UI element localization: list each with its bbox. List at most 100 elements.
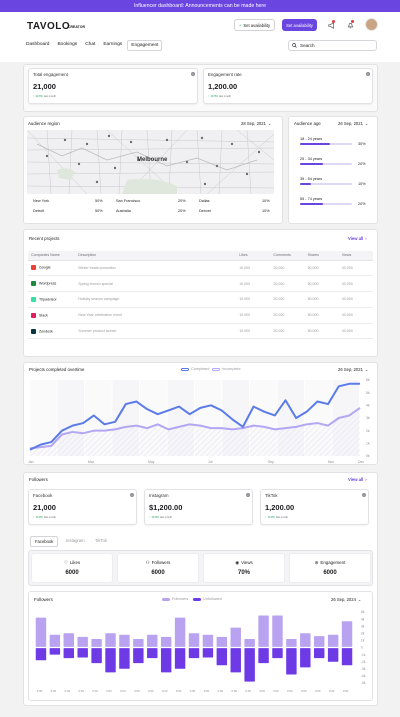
table-row[interactable]: Wordpress Spring brunch special 10,000 20,0… bbox=[28, 275, 373, 293]
unfollowed-bar[interactable] bbox=[230, 648, 241, 673]
followers-bar[interactable] bbox=[244, 638, 255, 647]
follower-card: Facebook i 21,000 ↑ 40.8% last month bbox=[28, 489, 137, 525]
followers-bar[interactable] bbox=[188, 633, 200, 647]
unfollowed-bar[interactable] bbox=[341, 648, 353, 666]
followers-bar[interactable] bbox=[174, 617, 186, 647]
unfollowed-bar[interactable] bbox=[105, 648, 116, 673]
unfollowed-bar[interactable] bbox=[35, 648, 47, 661]
company-name: Tripadvisor bbox=[39, 297, 57, 302]
unfollowed-bar[interactable] bbox=[49, 648, 61, 655]
legend-completed[interactable]: Completed bbox=[181, 367, 209, 371]
followers-bar[interactable] bbox=[286, 638, 297, 647]
projects-chart-title: Projects completed overtime bbox=[29, 367, 85, 372]
x-tick-label: Jul bbox=[208, 460, 213, 464]
unfollowed-bar[interactable] bbox=[300, 648, 311, 668]
followers-bar[interactable] bbox=[230, 627, 241, 647]
followers-bar[interactable] bbox=[119, 634, 130, 647]
followers-bar[interactable] bbox=[91, 638, 102, 647]
column-header[interactable]: Shares bbox=[304, 251, 339, 261]
table-row[interactable]: Zendesk Summer product launch 10,000 20,000… bbox=[28, 323, 373, 340]
followers-bar[interactable] bbox=[133, 638, 144, 647]
nav-bookings[interactable]: Bookings bbox=[54, 40, 80, 51]
unfollowed-bar[interactable] bbox=[188, 648, 200, 659]
company-cell: Tripadvisor bbox=[28, 291, 76, 308]
followers-bar[interactable] bbox=[202, 634, 214, 647]
unfollowed-bar[interactable] bbox=[63, 648, 74, 659]
nav-chat[interactable]: Chat bbox=[82, 40, 98, 51]
followers-bar[interactable] bbox=[272, 615, 283, 647]
set-availability-outline-button[interactable]: + Set availability bbox=[234, 19, 275, 31]
audience-region-date-picker[interactable]: 28 Sep, 2021 ⌄ bbox=[241, 121, 271, 126]
info-icon[interactable]: i bbox=[191, 72, 195, 76]
unfollowed-bar[interactable] bbox=[147, 648, 158, 659]
info-icon[interactable]: i bbox=[130, 493, 134, 497]
unfollowed-bar[interactable] bbox=[133, 648, 144, 664]
kpi-card-engagement-rate: Engagement rate i 1,200.00 ↑ 40.8% last … bbox=[203, 68, 373, 104]
table-row[interactable]: Google Winter treats promotion 10,000 20,00… bbox=[28, 260, 373, 277]
nav-dashboard[interactable]: Dashboard bbox=[23, 40, 52, 51]
audience-region-title: Audience region bbox=[28, 121, 60, 126]
chevron-down-icon: ⌄ bbox=[357, 597, 362, 602]
header: TAVOLO CREATOR + Set availability Set av… bbox=[0, 12, 400, 62]
followers-bar[interactable] bbox=[35, 617, 47, 647]
followers-bar[interactable] bbox=[63, 633, 74, 647]
unfollowed-bar[interactable] bbox=[286, 648, 297, 675]
set-availability-button[interactable]: Set availability bbox=[282, 19, 317, 31]
table-row[interactable]: Slack New Year celebration event 10,000 20,… bbox=[28, 307, 373, 324]
unfollowed-bar[interactable] bbox=[202, 648, 214, 658]
followers-bar[interactable] bbox=[258, 615, 269, 647]
nav-engagement[interactable]: Engagement bbox=[127, 40, 163, 51]
views-cell: 40,000 bbox=[338, 275, 373, 293]
audience-map[interactable]: Melbourne bbox=[27, 130, 274, 194]
age-bar-fill bbox=[300, 203, 324, 206]
legend-incomplete[interactable]: Incomplete bbox=[212, 367, 241, 371]
unfollowed-bar[interactable] bbox=[119, 648, 130, 669]
column-header[interactable]: Description bbox=[75, 251, 237, 261]
unfollowed-bar[interactable] bbox=[160, 648, 172, 673]
column-header[interactable]: Likes bbox=[236, 251, 271, 261]
info-icon[interactable]: i bbox=[366, 72, 370, 76]
brand-logo[interactable]: TAVOLO bbox=[27, 21, 70, 32]
column-header[interactable]: Comments bbox=[270, 251, 305, 261]
unfollowed-bar[interactable] bbox=[216, 648, 228, 666]
unfollowed-bar[interactable] bbox=[314, 648, 325, 659]
unfollowed-bar[interactable] bbox=[258, 648, 269, 664]
followers-bar[interactable] bbox=[160, 636, 172, 647]
column-header[interactable]: Views bbox=[338, 251, 373, 261]
column-header[interactable]: Companies Name bbox=[28, 251, 76, 261]
avatar[interactable] bbox=[365, 18, 378, 31]
followers-bar[interactable] bbox=[341, 621, 353, 647]
nav-earnings[interactable]: Earnings bbox=[100, 40, 125, 51]
followers-bar[interactable] bbox=[300, 633, 311, 647]
tab-facebook[interactable]: Facebook bbox=[30, 536, 59, 547]
unfollowed-bar[interactable] bbox=[327, 648, 339, 662]
legend-unfollowed[interactable]: Unfollowed bbox=[193, 597, 222, 601]
tab-instagram[interactable]: Instagram bbox=[66, 538, 85, 543]
unfollowed-bar[interactable] bbox=[91, 648, 102, 664]
table-row[interactable]: Tripadvisor Holiday season campaign 10,000… bbox=[28, 291, 373, 308]
unfollowed-bar[interactable] bbox=[174, 648, 186, 669]
unfollowed-bar[interactable] bbox=[77, 648, 88, 658]
followers-bar[interactable] bbox=[77, 636, 88, 647]
audience-age-date-picker[interactable]: 26 Sep, 2021 ⌄ bbox=[338, 121, 368, 126]
followers-chart-date-picker[interactable]: 26 Sep, 2024 ⌄ bbox=[331, 597, 361, 602]
followers-bar[interactable] bbox=[147, 634, 158, 647]
recent-projects-view-all-link[interactable]: View all › bbox=[348, 236, 367, 241]
followers-bar[interactable] bbox=[105, 633, 116, 647]
followers-bar[interactable] bbox=[49, 634, 61, 647]
search-input[interactable]: Search bbox=[288, 40, 377, 51]
unfollowed-bar[interactable] bbox=[272, 648, 283, 659]
projects-chart-date-picker[interactable]: 26 Sep, 2021 ⌄ bbox=[338, 367, 368, 372]
followers-bar[interactable] bbox=[216, 636, 228, 647]
legend-followers[interactable]: Followers bbox=[162, 597, 188, 601]
followers-bar[interactable] bbox=[314, 636, 325, 647]
followers-bar[interactable] bbox=[327, 634, 339, 647]
info-icon[interactable]: i bbox=[246, 493, 250, 497]
x-tick-label: 0:00 bbox=[232, 689, 238, 693]
tab-tiktok[interactable]: TikTok bbox=[95, 538, 107, 543]
followers-view-all-link[interactable]: View all › bbox=[348, 477, 367, 482]
stat-label: ⚇ Followers bbox=[145, 560, 171, 565]
unfollowed-bar[interactable] bbox=[244, 648, 255, 682]
info-icon[interactable]: i bbox=[362, 493, 366, 497]
y-tick-label: 2k bbox=[366, 429, 370, 433]
